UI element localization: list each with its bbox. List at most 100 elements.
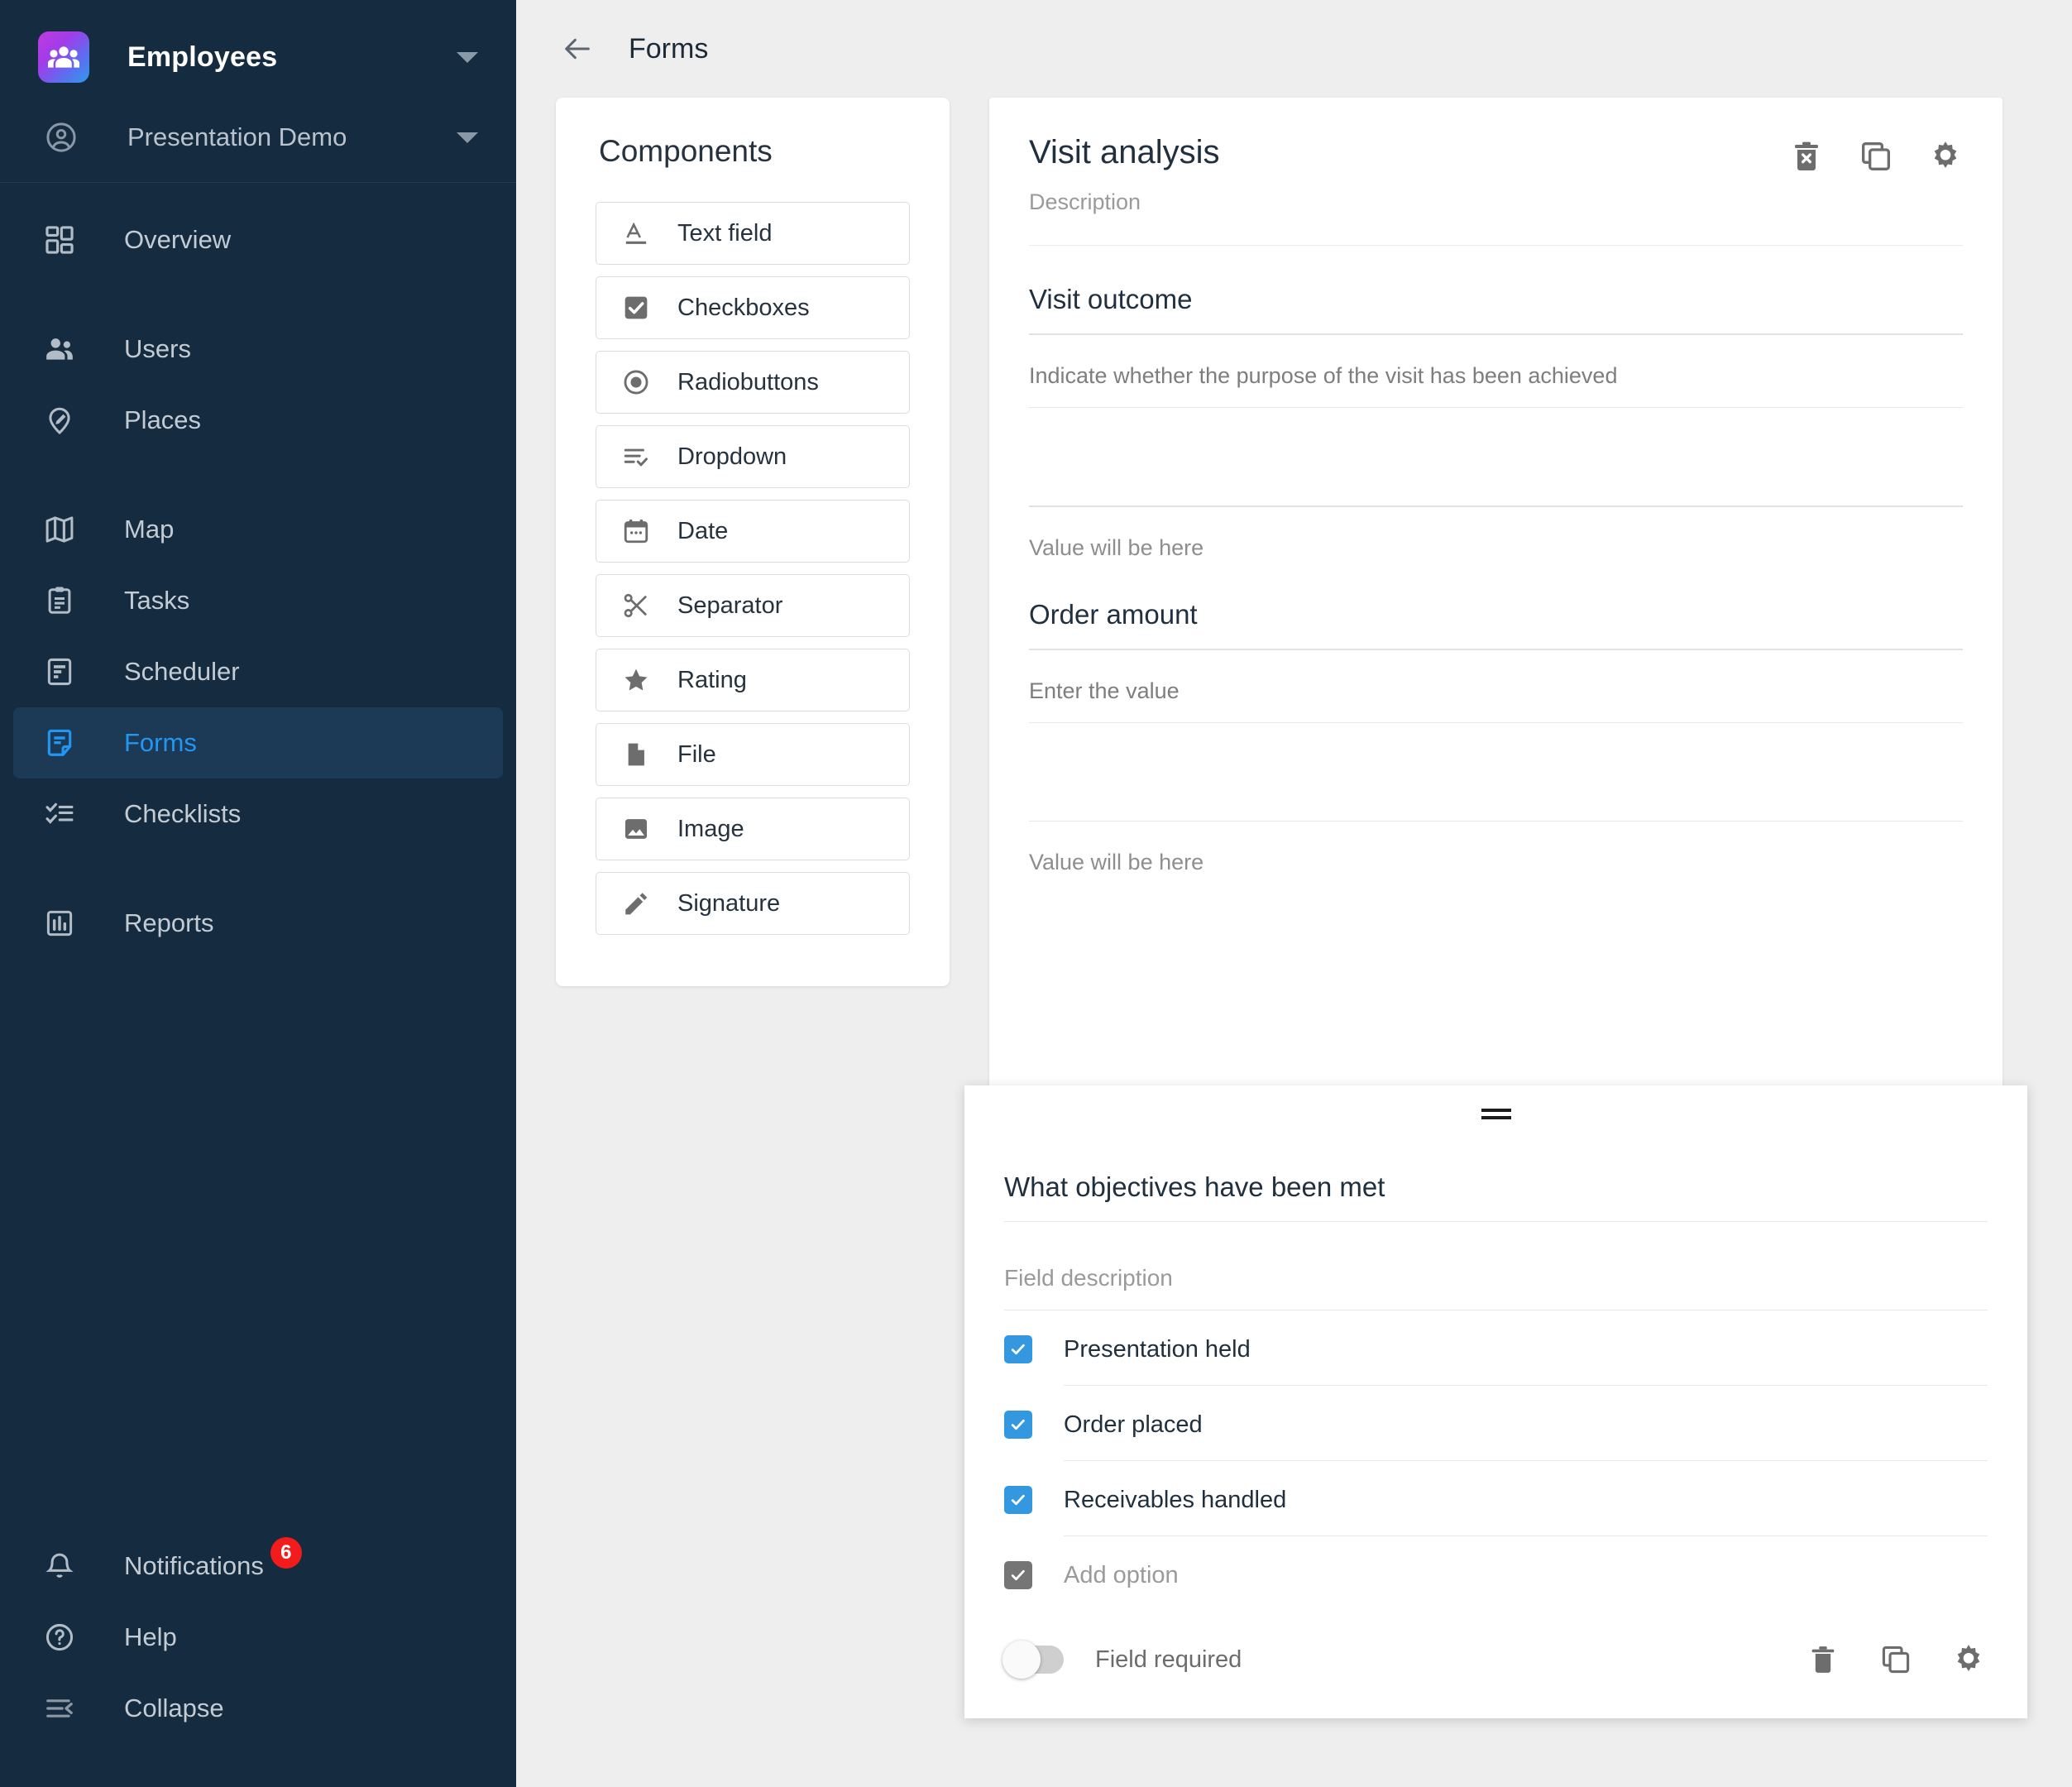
selected-field-actions xyxy=(1804,1641,1988,1679)
sidebar-item-map[interactable]: Map xyxy=(13,494,503,565)
sidebar-item-overview[interactable]: Overview xyxy=(13,204,503,275)
checkbox-icon[interactable] xyxy=(1004,1486,1032,1514)
field-required-toggle[interactable] xyxy=(1003,1641,1064,1679)
sidebar-item-label: Map xyxy=(124,515,175,544)
option-label[interactable]: Presentation held xyxy=(1064,1336,1251,1363)
help-circle-icon xyxy=(38,1622,81,1653)
component-date[interactable]: Date xyxy=(596,500,910,563)
form-field-visit-outcome: Visit outcome Indicate whether the purpo… xyxy=(989,284,2003,561)
component-label: Date xyxy=(677,517,729,544)
nav-group-gap xyxy=(0,275,516,314)
chevron-down-icon[interactable] xyxy=(457,51,478,63)
option-row[interactable]: Order placed xyxy=(1004,1386,1988,1439)
account-chevron-down-icon[interactable] xyxy=(457,132,478,143)
page-header: Forms xyxy=(516,0,2072,98)
component-label: Radiobuttons xyxy=(677,368,819,395)
option-row[interactable]: Presentation held xyxy=(1004,1310,1988,1363)
component-rating[interactable]: Rating xyxy=(596,649,910,711)
field-required-label: Field required xyxy=(1095,1646,1242,1673)
sidebar-item-label: Collapse xyxy=(124,1694,224,1722)
pencil-icon xyxy=(610,889,663,917)
collapse-menu-icon xyxy=(38,1693,81,1724)
gear-icon[interactable] xyxy=(1950,1641,1988,1679)
brand-selector[interactable]: Employees xyxy=(0,28,516,86)
sidebar-item-reports[interactable]: Reports xyxy=(13,888,503,959)
dashboard-icon xyxy=(38,224,81,256)
people-group-icon xyxy=(38,31,89,83)
checkbox-icon[interactable] xyxy=(1004,1411,1032,1439)
selected-field-panel: What objectives have been met Field desc… xyxy=(964,1085,2027,1718)
scissors-icon xyxy=(610,592,663,620)
sidebar: Employees Presentation Demo Overview Use… xyxy=(0,0,516,1787)
sidebar-item-label: Scheduler xyxy=(124,657,240,686)
gear-icon[interactable] xyxy=(1926,137,1964,175)
trash-x-icon[interactable] xyxy=(1787,137,1826,175)
account-selector[interactable]: Presentation Demo xyxy=(0,111,516,164)
drag-handle-icon[interactable] xyxy=(964,1085,2027,1123)
field-spacer xyxy=(1029,408,1963,487)
selected-field-title[interactable]: What objectives have been met xyxy=(1004,1171,1988,1203)
field-title[interactable]: Visit outcome xyxy=(1029,284,1963,315)
sidebar-item-forms[interactable]: Forms xyxy=(13,707,503,779)
account-name: Presentation Demo xyxy=(127,122,347,151)
sidebar-top: Employees Presentation Demo Overview Use… xyxy=(0,0,516,959)
field-description[interactable]: Indicate whether the purpose of the visi… xyxy=(1029,363,1963,389)
bell-icon xyxy=(38,1550,81,1582)
field-value-underline xyxy=(1029,505,1963,507)
component-label: File xyxy=(677,740,716,768)
selected-field-description-input[interactable]: Field description xyxy=(1004,1265,1988,1291)
main-area: Forms Components Text field Checkboxes R… xyxy=(516,0,2072,1787)
field-spacer xyxy=(1029,723,1963,802)
sidebar-item-notifications[interactable]: Notifications 6 xyxy=(13,1531,503,1602)
sidebar-item-collapse[interactable]: Collapse xyxy=(13,1673,503,1744)
sidebar-item-label: Places xyxy=(124,405,202,434)
option-label[interactable]: Order placed xyxy=(1064,1411,1203,1439)
arrow-back-icon[interactable] xyxy=(556,27,599,70)
sidebar-item-label: Checklists xyxy=(124,799,242,828)
add-option-label[interactable]: Add option xyxy=(1064,1562,1179,1589)
component-label: Image xyxy=(677,815,744,842)
brand-name: Employees xyxy=(127,41,278,73)
checkbox-icon[interactable] xyxy=(1004,1561,1032,1589)
component-checkboxes[interactable]: Checkboxes xyxy=(596,276,910,339)
page-title: Forms xyxy=(629,32,709,65)
sidebar-nav: Overview Users Places Map Tasks Schedule… xyxy=(0,183,516,959)
field-description[interactable]: Enter the value xyxy=(1029,678,1963,704)
radio-button-icon xyxy=(610,368,663,396)
sidebar-item-users[interactable]: Users xyxy=(13,314,503,385)
checkbox-icon[interactable] xyxy=(1004,1335,1032,1363)
add-option-row[interactable]: Add option xyxy=(1004,1536,1988,1589)
sidebar-item-checklists[interactable]: Checklists xyxy=(13,779,503,850)
component-file[interactable]: File xyxy=(596,723,910,786)
component-separator[interactable]: Separator xyxy=(596,574,910,637)
option-label[interactable]: Receivables handled xyxy=(1064,1487,1286,1514)
components-panel: Components Text field Checkboxes Radiobu… xyxy=(556,98,950,986)
card-bottom-spacer-2 xyxy=(989,955,2003,1034)
sidebar-item-scheduler[interactable]: Scheduler xyxy=(13,636,503,707)
component-signature[interactable]: Signature xyxy=(596,872,910,935)
component-radiobuttons[interactable]: Radiobuttons xyxy=(596,351,910,414)
selected-field-body: What objectives have been met Field desc… xyxy=(964,1171,2027,1589)
sidebar-item-label: Reports xyxy=(124,908,214,937)
sidebar-item-help[interactable]: Help xyxy=(13,1602,503,1673)
sidebar-item-label: Tasks xyxy=(124,586,190,615)
component-label: Checkboxes xyxy=(677,294,810,321)
option-row[interactable]: Receivables handled xyxy=(1004,1461,1988,1514)
sidebar-item-tasks[interactable]: Tasks xyxy=(13,565,503,636)
copy-icon[interactable] xyxy=(1857,137,1895,175)
component-text-field[interactable]: Text field xyxy=(596,202,910,265)
component-label: Signature xyxy=(677,889,781,917)
component-image[interactable]: Image xyxy=(596,798,910,860)
sidebar-item-label: Forms xyxy=(124,728,197,757)
component-dropdown[interactable]: Dropdown xyxy=(596,425,910,488)
trash-icon[interactable] xyxy=(1804,1641,1842,1679)
sidebar-item-label: Users xyxy=(124,334,191,363)
copy-icon[interactable] xyxy=(1877,1641,1915,1679)
image-icon xyxy=(610,815,663,843)
star-icon xyxy=(610,666,663,694)
field-title[interactable]: Order amount xyxy=(1029,599,1963,630)
form-description-input[interactable]: Description xyxy=(1029,189,1963,215)
nav-group-gap xyxy=(0,456,516,494)
calendar-icon xyxy=(610,517,663,545)
sidebar-item-places[interactable]: Places xyxy=(13,385,503,456)
